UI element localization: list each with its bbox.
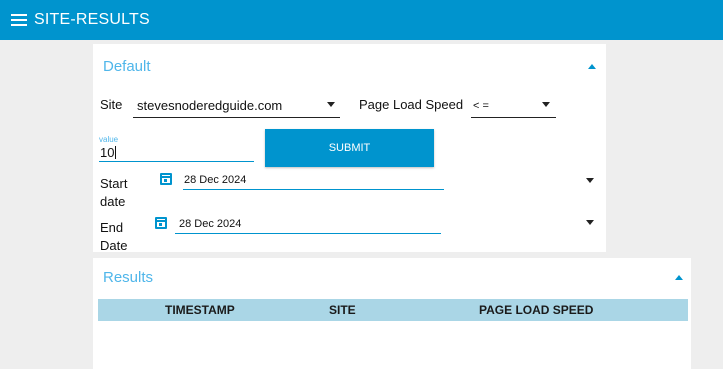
results-group-title: Results — [103, 269, 154, 286]
start-date-calendar-icon[interactable] — [160, 173, 172, 185]
top-bar: SITE-RESULTS — [0, 0, 723, 40]
submit-button[interactable]: SUBMIT — [265, 129, 434, 167]
start-date-value: 28 Dec 2024 — [184, 174, 247, 186]
results-table-header: TIMESTAMP SITE PAGE LOAD SPEED — [98, 299, 688, 321]
column-header-timestamp[interactable]: TIMESTAMP — [165, 303, 235, 317]
end-date-value: 28 Dec 2024 — [179, 218, 242, 230]
operator-dropdown-caret-icon[interactable] — [542, 102, 550, 107]
hamburger-menu-icon[interactable] — [11, 14, 27, 26]
value-input[interactable]: value 10 — [99, 135, 254, 162]
end-date-calendar-icon[interactable] — [155, 217, 167, 229]
site-dropdown-value: stevesnoderedguide.com — [137, 98, 283, 113]
value-input-label: value — [99, 135, 119, 144]
app-title: SITE-RESULTS — [34, 11, 150, 28]
column-header-page-load-speed[interactable]: PAGE LOAD SPEED — [479, 303, 593, 317]
collapse-results-icon[interactable] — [675, 275, 683, 280]
start-date-label: Start date — [100, 176, 128, 209]
end-date-caret-icon[interactable] — [586, 220, 594, 225]
start-date-caret-icon[interactable] — [586, 178, 594, 183]
metric-label: Page Load Speed — [359, 97, 464, 112]
default-group-title: Default — [103, 58, 151, 75]
default-group: Default Site stevesnoderedguide.com Page… — [93, 44, 606, 253]
collapse-default-icon[interactable] — [588, 64, 596, 69]
site-dropdown[interactable]: stevesnoderedguide.com — [133, 94, 340, 118]
site-label: Site — [100, 97, 123, 112]
operator-dropdown-value: < = — [473, 100, 489, 112]
start-date-field[interactable]: 28 Dec 2024 — [183, 170, 444, 190]
end-date-label: End Date — [100, 220, 128, 253]
end-date-field[interactable]: 28 Dec 2024 — [175, 214, 441, 234]
operator-dropdown[interactable]: < = — [471, 94, 556, 118]
site-dropdown-caret-icon — [327, 102, 335, 107]
column-header-site[interactable]: SITE — [329, 303, 356, 317]
value-input-text: 10 — [100, 145, 117, 160]
